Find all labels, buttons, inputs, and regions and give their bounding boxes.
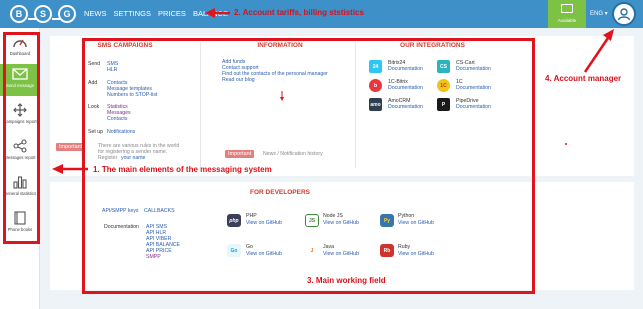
annotation-account-manager: 4. Account manager [545, 74, 622, 83]
arrow-head [205, 8, 215, 18]
annotation-main-working-field: 3. Main working field [307, 276, 386, 285]
annotation-arrows [52, 8, 614, 174]
annotation-account-tariffs: 2. Account tariffs, billing ststistics [234, 8, 364, 17]
annotation-messaging-system: 1. The main elements of the messaging sy… [93, 165, 272, 174]
arrow-account-manager [583, 37, 610, 73]
arrow-head [52, 164, 63, 174]
cursor-mark [280, 97, 284, 101]
dot-mark [565, 143, 567, 145]
